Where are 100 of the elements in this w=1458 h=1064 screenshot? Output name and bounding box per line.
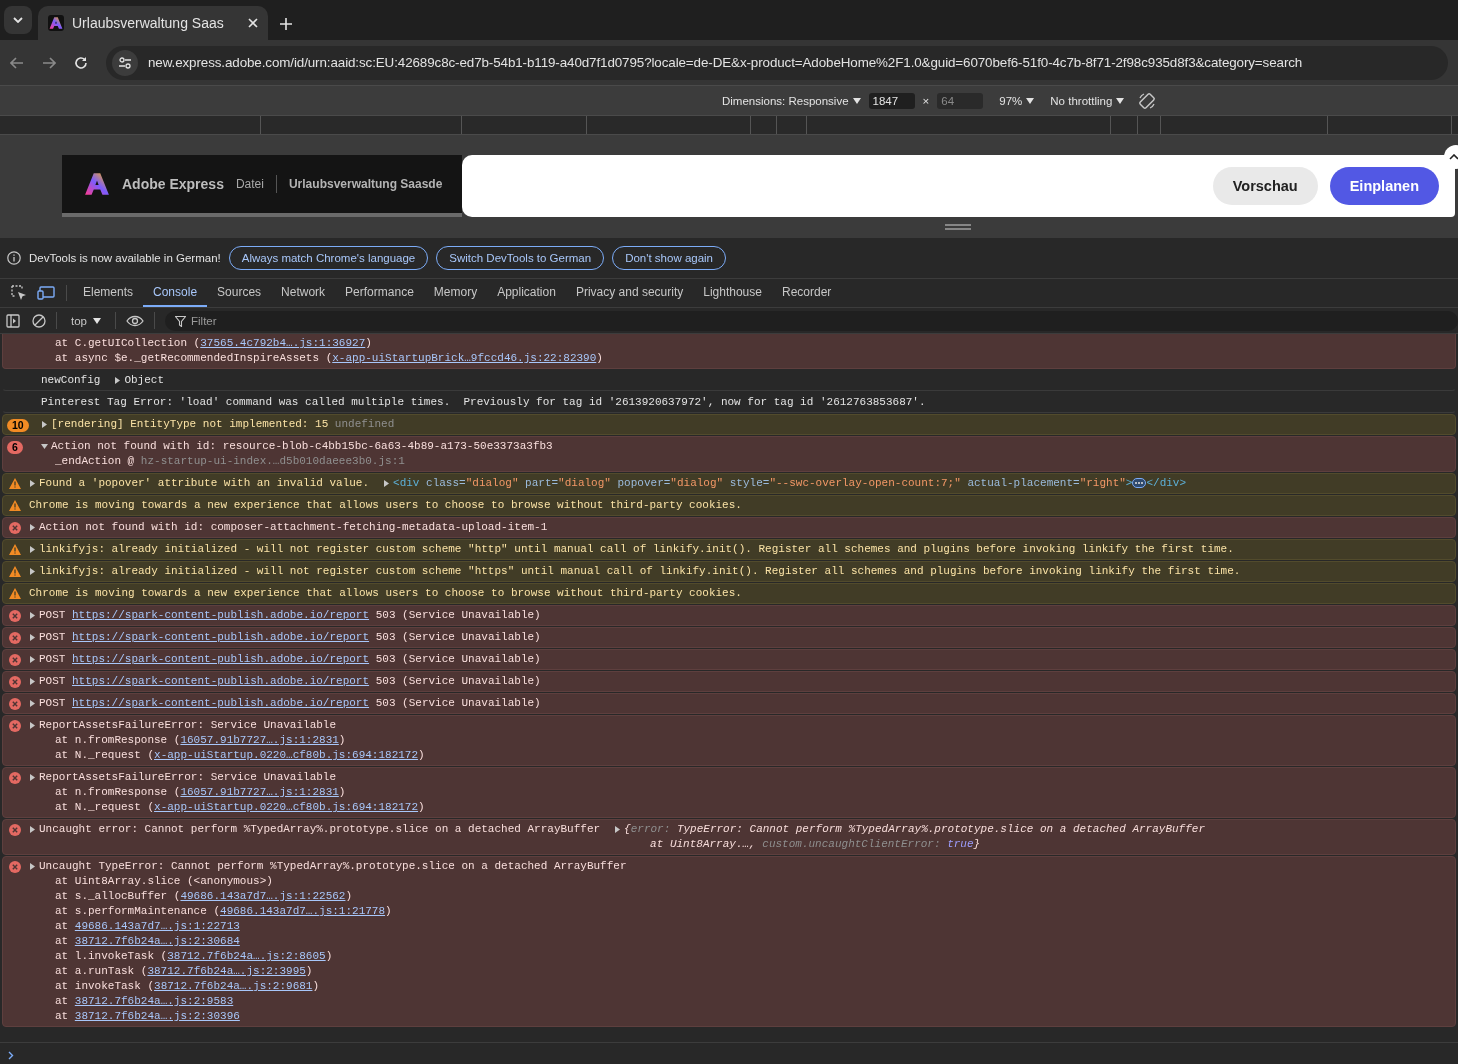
ellipsis-icon[interactable]	[1132, 478, 1147, 489]
dimensions-dropdown[interactable]: Dimensions: Responsive	[722, 94, 861, 107]
source-link[interactable]: https://spark-content-publish.adobe.io/report	[72, 609, 370, 621]
disclosure-triangle-icon[interactable]	[114, 377, 122, 384]
height-field[interactable]: 64	[937, 92, 984, 109]
preview-button[interactable]: Vorschau	[1212, 167, 1318, 205]
disclosure-triangle-icon[interactable]	[29, 546, 36, 553]
stack-frame: at invokeTask (38712.7f6b24a….js:2:9681)	[29, 979, 627, 994]
devtools-tab[interactable]: Performance	[335, 279, 424, 307]
devtools-tab[interactable]: Network	[271, 279, 336, 307]
disclosure-triangle-icon[interactable]	[29, 826, 36, 833]
object-preview[interactable]: <div class="dialog" part="dialog" popover="dialog" style="--swc-overlay-open-count:7;" actual-placement="right"> </div>	[393, 476, 1187, 491]
error-icon	[9, 632, 21, 644]
disclosure-triangle-icon[interactable]	[29, 480, 36, 487]
source-link[interactable]: x-app-uiStartup.0220…cf80b.js:694:182172	[154, 749, 419, 761]
source-link[interactable]: https://spark-content-publish.adobe.io/report	[72, 631, 370, 643]
source-link[interactable]: x-app-uiStartup.0220…cf80b.js:694:182172	[154, 801, 419, 813]
inspect-icon[interactable]	[11, 285, 27, 301]
rotate-icon[interactable]	[1138, 91, 1157, 110]
console-message: POST https://spark-content-publish.adobe.io/report 503 (Service Unavailable)	[39, 674, 541, 689]
disclosure-triangle-icon[interactable]	[29, 863, 36, 870]
repeat-count: 6	[7, 441, 23, 454]
disclosure-triangle-icon[interactable]	[29, 774, 36, 781]
source-link[interactable]: https://spark-content-publish.adobe.io/report	[72, 675, 370, 687]
stack-frame: at a.runTask (38712.7f6b24a….js:2:3995)	[29, 964, 627, 979]
prompt-chevron-icon[interactable]	[8, 1050, 14, 1060]
error-icon	[9, 654, 21, 666]
object-preview[interactable]: Object	[124, 373, 165, 388]
device-toolbar-icon[interactable]	[37, 286, 55, 300]
warning-icon	[9, 588, 21, 599]
resize-handle-icon[interactable]	[945, 224, 971, 230]
object-preview[interactable]: at Uint8Array.…, custom.uncaughtClientError: true}	[624, 837, 1205, 852]
disclosure-triangle-icon[interactable]	[41, 421, 48, 428]
throttling-dropdown[interactable]: No throttling	[1050, 94, 1125, 107]
infobar-message: DevTools is now available in German!	[29, 252, 221, 264]
stack-frame: at n.fromResponse (16057.91b7727….js:1:2831)	[29, 785, 425, 800]
devtools-tab[interactable]: Console	[143, 279, 208, 307]
reload-icon[interactable]	[74, 55, 88, 70]
disclosure-triangle-icon[interactable]	[614, 826, 622, 833]
source-link[interactable]: 38712.7f6b24a….js:2:3995	[147, 965, 306, 977]
source-link[interactable]: 37565.4c792b4….js:1:36927	[200, 337, 366, 349]
devtools-tab[interactable]: Recorder	[771, 279, 842, 307]
disclosure-triangle-icon[interactable]	[29, 612, 36, 619]
disclosure-triangle-icon[interactable]	[29, 524, 36, 531]
address-field[interactable]: new.express.adobe.com/id/urn:aaid:sc:EU:42689c8c-ed7b-54b1-b119-a40d7f1d0795?locale=de-DE&x-product=AdobeHome%2F1.0&guid=6070bef6-51f0-4c7b-8f71-2f98c935d8f3&category=search	[106, 45, 1448, 80]
disclosure-triangle-icon[interactable]	[41, 443, 48, 450]
devtools-tab[interactable]: Memory	[423, 279, 488, 307]
browser-tab[interactable]: Urlaubsverwaltung Saas	[38, 6, 268, 40]
disclosure-triangle-icon[interactable]	[29, 700, 36, 707]
filter-field[interactable]: Filter	[165, 310, 1458, 331]
forward-icon[interactable]	[42, 56, 56, 69]
source-link[interactable]: x-app-uiStartupBrick…9fccd46.js:22:82390	[332, 352, 597, 364]
context-dropdown[interactable]: top	[67, 314, 105, 327]
site-settings-icon[interactable]	[118, 56, 132, 69]
schedule-button[interactable]: Einplanen	[1329, 167, 1439, 205]
disclosure-triangle-icon[interactable]	[29, 678, 36, 685]
source-link[interactable]: https://spark-content-publish.adobe.io/report	[72, 653, 370, 665]
chevron-up-icon	[1449, 154, 1458, 160]
new-tab-icon[interactable]	[280, 18, 292, 30]
source-link[interactable]: 38712.7f6b24a….js:2:9681	[154, 980, 313, 992]
document-title[interactable]: Urlaubsverwaltung Saasde	[288, 177, 443, 191]
disclosure-triangle-icon[interactable]	[29, 656, 36, 663]
disclosure-triangle-icon[interactable]	[383, 480, 391, 487]
console-message: POST https://spark-content-publish.adobe.io/report 503 (Service Unavailable)	[39, 696, 541, 711]
stack-frame: at Uint8Array.slice (<anonymous>)	[29, 874, 627, 889]
source-link[interactable]: 38712.7f6b24a….js:2:30684	[74, 935, 240, 947]
clear-console-icon[interactable]	[32, 313, 46, 328]
info-icon	[7, 251, 21, 265]
error-icon	[9, 861, 21, 873]
stack-frame: at n.fromResponse (16057.91b7727….js:1:2831)	[29, 733, 425, 748]
eye-icon[interactable]	[126, 314, 144, 327]
stack-frame: at 38712.7f6b24a….js:2:30684	[29, 934, 627, 949]
back-icon[interactable]	[10, 56, 24, 69]
file-menu[interactable]: Datei	[235, 177, 264, 191]
zoom-dropdown[interactable]: 97%	[999, 94, 1035, 107]
source-link[interactable]: 16057.91b7727….js:1:2831	[180, 786, 339, 798]
console-message: POST https://spark-content-publish.adobe.io/report 503 (Service Unavailable)	[39, 652, 541, 667]
devtools-tab[interactable]: Elements	[73, 279, 144, 307]
devtools-tab[interactable]: Privacy and security	[565, 279, 694, 307]
source-link[interactable]: 16057.91b7727….js:1:2831	[180, 734, 339, 746]
source-link[interactable]: 38712.7f6b24a….js:2:8605	[167, 950, 326, 962]
devtools-tab[interactable]: Lighthouse	[693, 279, 772, 307]
sidebar-icon[interactable]	[6, 313, 20, 328]
source-link[interactable]: 49686.143a7d7….js:1:22713	[74, 920, 240, 932]
source-link[interactable]: 49686.143a7d7….js:1:21778	[220, 905, 386, 917]
source-link[interactable]: 38712.7f6b24a….js:2:30396	[74, 1010, 240, 1022]
source-link[interactable]: https://spark-content-publish.adobe.io/report	[72, 697, 370, 709]
disclosure-triangle-icon[interactable]	[29, 634, 36, 641]
disclosure-triangle-icon[interactable]	[29, 722, 36, 729]
object-preview[interactable]: {error: TypeError: Cannot perform %TypedArray%.prototype.slice on a detached ArrayBuffer	[624, 822, 1205, 837]
repeat-count: 10	[7, 419, 29, 432]
tab-list-button[interactable]	[4, 6, 32, 34]
devtools-tab[interactable]: Sources	[207, 279, 272, 307]
width-field[interactable]: 1847	[868, 92, 915, 109]
source-link[interactable]: 38712.7f6b24a….js:2:9583	[74, 995, 234, 1007]
devtools-tab[interactable]: Application	[487, 279, 566, 307]
disclosure-triangle-icon[interactable]	[29, 568, 36, 575]
close-icon[interactable]	[248, 18, 258, 28]
source-link[interactable]: 49686.143a7d7….js:1:22562	[180, 890, 346, 902]
stack-frame: at C.getUICollection (37565.4c792b4….js:1:36927)	[29, 336, 603, 351]
